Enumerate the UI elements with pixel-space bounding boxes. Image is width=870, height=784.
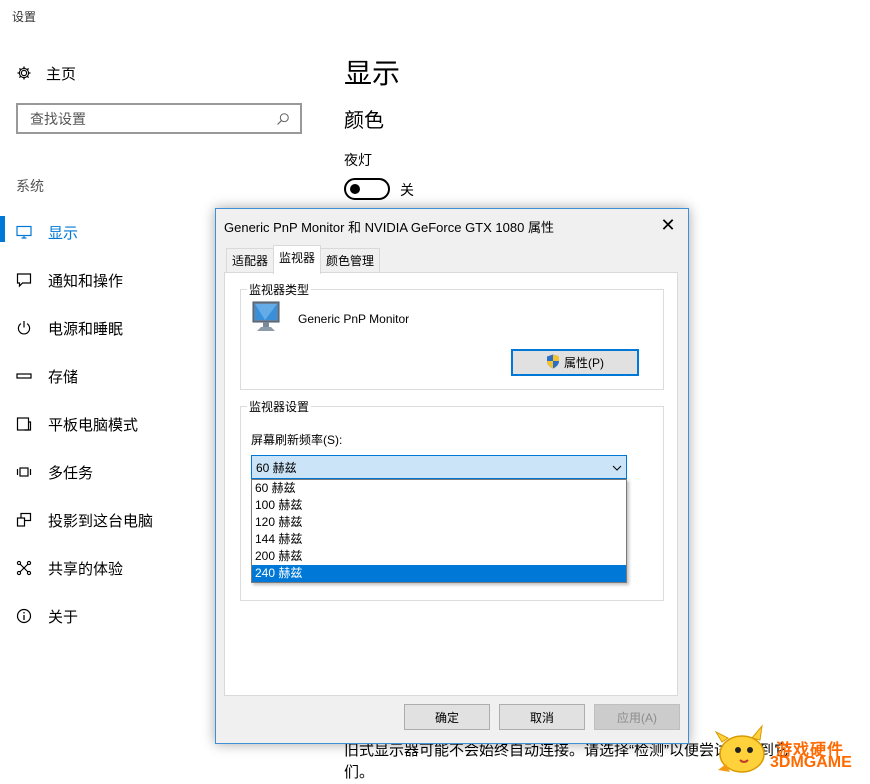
monitor-properties-dialog: Generic PnP Monitor 和 NVIDIA GeForce GTX… [215,208,689,744]
close-icon[interactable]: ✕ [656,213,680,237]
refresh-rate-label: 屏幕刷新频率(S): [251,433,343,447]
tab-color-management[interactable]: 颜色管理 [320,248,381,273]
tab-adapter[interactable]: 适配器 [226,248,275,273]
monitor-name: Generic PnP Monitor [298,312,410,326]
sidebar-item-label: 显示 [48,224,79,242]
refresh-rate-selected: 60 赫兹 [256,460,297,475]
sidebar-item-about[interactable]: 关于 [0,592,210,640]
night-light-toggle[interactable] [344,178,390,200]
monitor-device-icon [252,300,282,339]
sidebar-item-power[interactable]: 电源和睡眠 [0,304,210,352]
sidebar-item-project[interactable]: 投影到这台电脑 [0,496,210,544]
power-icon [16,320,32,336]
shield-icon [546,354,560,372]
share-icon [16,560,32,576]
night-light-state: 关 [400,182,414,198]
multitask-icon [16,464,32,480]
tab-monitor[interactable]: 监视器 [273,245,322,274]
ok-button[interactable]: 确定 [404,704,490,730]
option-100hz[interactable]: 100 赫兹 [252,497,626,514]
tablet-icon [16,416,32,432]
sidebar-item-notifications[interactable]: 通知和操作 [0,256,210,304]
apply-button[interactable]: 应用(A) [594,704,680,730]
watermark-text-en: 3DMGAME [770,754,852,771]
search-input[interactable] [28,109,262,128]
message-icon [16,272,32,288]
dialog-title: Generic PnP Monitor 和 NVIDIA GeForce GTX… [224,220,554,235]
tab-panel-monitor: 监视器类型 Generic PnP Monitor 属性(P) 监视器设置 屏幕… [224,272,678,696]
option-200hz[interactable]: 200 赫兹 [252,548,626,565]
monitor-type-group-title: 监视器类型 [247,281,312,298]
sidebar-item-label: 投影到这台电脑 [48,512,154,530]
option-144hz[interactable]: 144 赫兹 [252,531,626,548]
sidebar-item-label: 存储 [48,368,79,386]
chevron-down-icon [612,460,622,474]
toggle-knob [350,184,360,194]
info-icon [16,608,32,624]
properties-button[interactable]: 属性(P) [511,349,639,376]
sidebar-item-display[interactable]: 显示 [0,208,210,256]
night-light-label: 夜灯 [344,152,372,168]
dialog-tabs: 适配器 监视器 颜色管理 [226,245,381,274]
home-label: 主页 [46,65,77,83]
sidebar-item-shared-experiences[interactable]: 共享的体验 [0,544,210,592]
sidebar-home[interactable]: 主页 [16,62,76,84]
gear-icon [16,65,32,81]
properties-button-label: 属性(P) [564,356,604,370]
sidebar-item-label: 平板电脑模式 [48,416,139,434]
sidebar-item-multitasking[interactable]: 多任务 [0,448,210,496]
color-heading: 颜色 [344,110,384,132]
sidebar-item-storage[interactable]: 存储 [0,352,210,400]
monitor-settings-group-title: 监视器设置 [247,398,312,415]
sidebar-item-tablet-mode[interactable]: 平板电脑模式 [0,400,210,448]
option-240hz[interactable]: 240 赫兹 [252,565,626,582]
window-title: 设置 [12,10,37,24]
option-60hz[interactable]: 60 赫兹 [252,480,626,497]
sidebar-item-label: 多任务 [48,464,94,482]
project-icon [16,512,32,528]
refresh-rate-dropdown: 60 赫兹 100 赫兹 120 赫兹 144 赫兹 200 赫兹 240 赫兹 [251,479,627,583]
sidebar-item-label: 通知和操作 [48,272,124,290]
option-120hz[interactable]: 120 赫兹 [252,514,626,531]
refresh-rate-select[interactable]: 60 赫兹 [251,455,627,479]
section-label-system: 系统 [16,178,44,194]
sidebar-item-label: 共享的体验 [48,560,124,578]
watermark-mascot-logo [712,720,774,783]
search-box[interactable] [16,103,302,134]
sidebar-item-label: 关于 [48,608,79,626]
sidebar-item-label: 电源和睡眠 [48,320,124,338]
storage-icon [16,368,32,384]
cancel-button[interactable]: 取消 [499,704,585,730]
sidebar-nav: 显示 通知和操作 电源和睡眠 存储 平板电脑模式 多任务 投影到这台电脑 共享的… [0,208,210,640]
monitor-icon [16,224,32,240]
search-icon[interactable] [276,112,290,126]
page-title: 显示 [344,58,401,89]
